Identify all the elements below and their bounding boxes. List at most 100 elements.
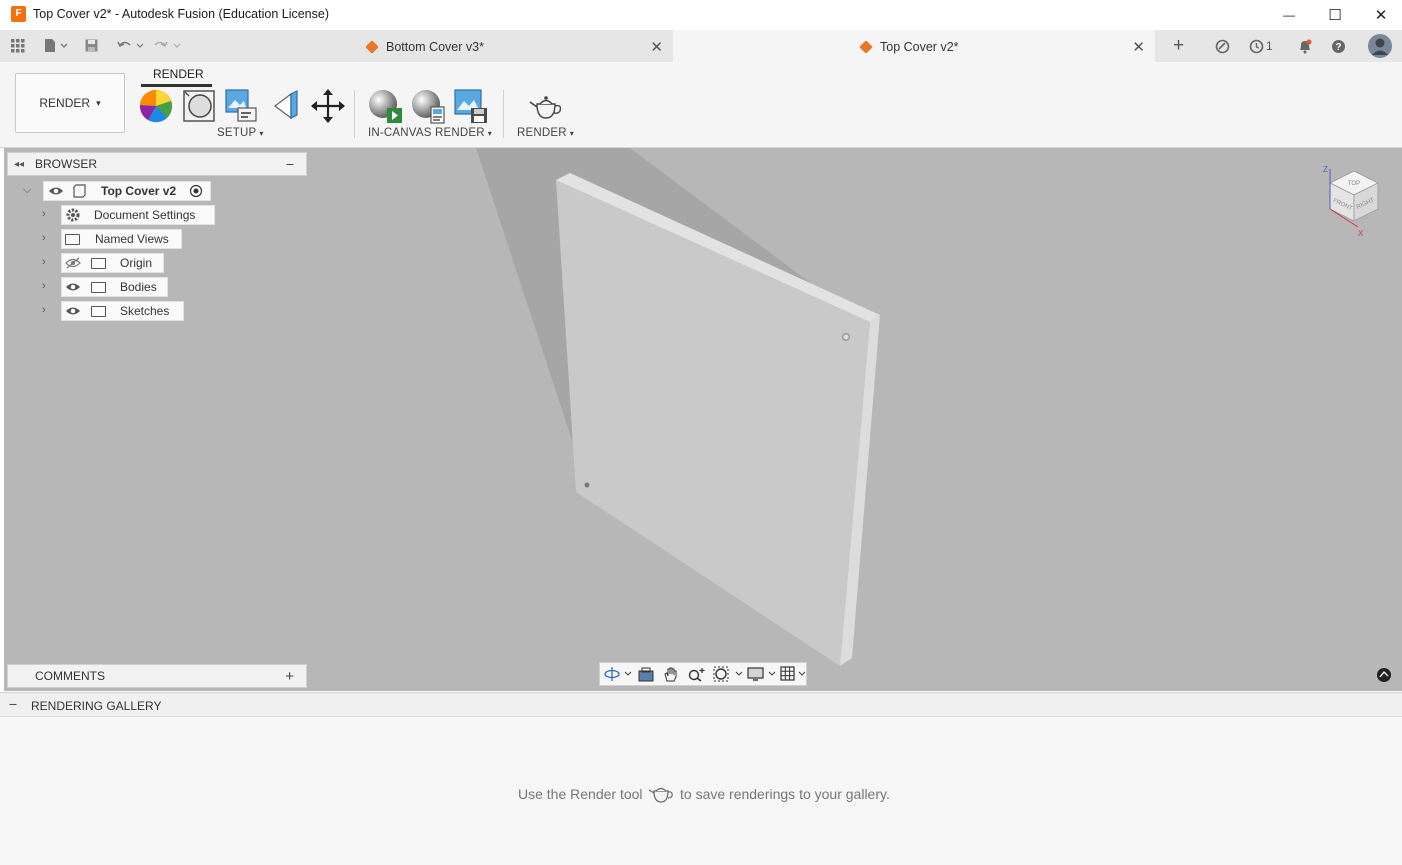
comments-panel-header[interactable]: COMMENTS + xyxy=(7,664,307,688)
viewcube-widget[interactable]: TOP FRONT RIGHT Z X xyxy=(1318,163,1388,247)
visibility-eye-icon[interactable] xyxy=(48,185,64,197)
extensions-icon[interactable] xyxy=(1215,39,1230,54)
display-settings-icon[interactable] xyxy=(747,666,777,682)
user-avatar[interactable] xyxy=(1367,33,1393,59)
tab-top-cover[interactable]: Top Cover v2* ✕ xyxy=(673,30,1155,62)
chevron-right-icon[interactable]: › xyxy=(42,280,46,292)
tree-item-document-settings[interactable]: Document Settings xyxy=(61,205,215,225)
component-icon xyxy=(73,184,86,198)
tab-label: Bottom Cover v3* xyxy=(386,40,484,54)
setup-group-label[interactable]: SETUP ▾ xyxy=(217,127,264,139)
in-canvas-render-icon[interactable] xyxy=(367,88,403,124)
gear-icon xyxy=(66,208,80,222)
zoom-icon[interactable] xyxy=(688,666,706,682)
chevron-down-icon: ▾ xyxy=(569,129,574,138)
visibility-hidden-icon[interactable] xyxy=(65,257,81,269)
tree-item-label: Bodies xyxy=(120,280,157,294)
navigation-settings-icon[interactable] xyxy=(1376,667,1392,683)
window-title: Top Cover v2* - Autodesk Fusion (Educati… xyxy=(33,7,329,21)
physical-material-icon[interactable] xyxy=(181,88,217,124)
texture-map-controls-icon[interactable] xyxy=(267,88,303,124)
save-icon[interactable] xyxy=(85,39,99,53)
close-tab-icon[interactable]: ✕ xyxy=(650,38,663,56)
render-label: RENDER xyxy=(517,127,567,139)
file-menu-icon[interactable] xyxy=(44,39,70,53)
app-grid-icon[interactable] xyxy=(11,39,25,53)
look-at-icon[interactable] xyxy=(638,666,654,682)
chevron-right-icon[interactable]: › xyxy=(42,304,46,316)
chevron-right-icon[interactable]: › xyxy=(42,232,46,244)
tab-bottom-cover[interactable]: Bottom Cover v3* ✕ xyxy=(356,30,673,62)
rendering-gallery-header[interactable]: − RENDERING GALLERY xyxy=(0,692,1402,717)
visibility-eye-icon[interactable] xyxy=(65,305,81,317)
browser-panel-header[interactable]: ◂◂ BROWSER − xyxy=(7,152,307,176)
chevron-right-icon[interactable]: › xyxy=(42,208,46,220)
tree-item-label: Document Settings xyxy=(94,208,196,222)
notifications-bell-icon[interactable] xyxy=(1298,39,1312,54)
tree-item-bodies[interactable]: Bodies xyxy=(61,277,168,297)
gallery-message-end: to save renderings to your gallery. xyxy=(680,786,890,802)
tab-render[interactable]: RENDER xyxy=(153,67,204,81)
job-status-icon[interactable] xyxy=(1249,39,1264,54)
navigation-bar xyxy=(599,662,807,686)
axis-z-label: Z xyxy=(1323,165,1328,174)
toolbar-divider xyxy=(354,90,355,138)
render-group-label[interactable]: RENDER ▾ xyxy=(517,127,574,139)
move-copy-icon[interactable] xyxy=(310,88,346,124)
component-cube-icon xyxy=(365,40,379,54)
capture-image-icon[interactable] xyxy=(453,88,489,124)
maximize-button[interactable]: ☐ xyxy=(1312,0,1358,30)
tree-root-top-cover[interactable]: Top Cover v2 xyxy=(43,181,211,201)
tab-label: Top Cover v2* xyxy=(880,40,959,54)
browser-title: BROWSER xyxy=(35,157,98,171)
comments-title: COMMENTS xyxy=(35,669,105,683)
appearance-color-wheel-icon[interactable] xyxy=(138,88,174,124)
render-teapot-icon xyxy=(648,787,673,803)
render-teapot-icon[interactable] xyxy=(528,88,564,124)
scene-settings-icon[interactable] xyxy=(224,88,260,124)
tree-item-named-views[interactable]: Named Views xyxy=(61,229,182,249)
minimize-browser-icon[interactable]: − xyxy=(286,156,294,172)
tree-item-label: Named Views xyxy=(95,232,169,246)
activate-component-icon[interactable] xyxy=(189,184,203,198)
workspace-switcher-button[interactable]: RENDER ▾ xyxy=(15,73,125,133)
document-tab-bar: Bottom Cover v3* ✕ Top Cover v2* ✕ + 1 ? xyxy=(0,30,1402,62)
job-count: 1 xyxy=(1266,39,1273,53)
folder-icon xyxy=(91,281,106,293)
orbit-icon[interactable] xyxy=(604,666,632,682)
fit-window-icon[interactable] xyxy=(713,666,743,682)
tree-item-origin[interactable]: Origin xyxy=(61,253,164,273)
folder-icon xyxy=(91,305,106,317)
3d-canvas[interactable]: TOP FRONT RIGHT Z X xyxy=(4,148,1402,691)
redo-icon[interactable] xyxy=(154,39,182,53)
folder-icon xyxy=(65,233,80,245)
close-window-button[interactable]: ✕ xyxy=(1358,0,1402,30)
visibility-eye-icon[interactable] xyxy=(65,281,81,293)
axis-x-label: X xyxy=(1358,229,1364,238)
in-canvas-render-group-label[interactable]: IN-CANVAS RENDER ▾ xyxy=(368,127,492,139)
grid-snaps-icon[interactable] xyxy=(780,666,808,682)
undo-icon[interactable] xyxy=(117,39,145,53)
close-tab-icon[interactable]: ✕ xyxy=(1132,38,1145,56)
chevron-right-icon[interactable]: › xyxy=(42,256,46,268)
toolbar-divider xyxy=(503,90,504,138)
folder-icon xyxy=(91,257,106,269)
rendering-gallery-body: Use the Render tool to save renderings t… xyxy=(0,717,1402,865)
component-cube-icon xyxy=(859,40,873,54)
collapse-gallery-icon[interactable]: − xyxy=(9,696,17,712)
tree-item-sketches[interactable]: Sketches xyxy=(61,301,184,321)
chevron-down-icon[interactable]: ⌵ xyxy=(23,184,31,197)
new-tab-button[interactable]: + xyxy=(1173,35,1184,57)
setup-label: SETUP xyxy=(217,127,257,139)
minimize-button[interactable]: — xyxy=(1266,0,1312,30)
tree-item-label: Sketches xyxy=(120,304,170,318)
help-icon[interactable]: ? xyxy=(1331,39,1346,54)
svg-text:?: ? xyxy=(1335,42,1341,53)
pan-hand-icon[interactable] xyxy=(663,666,679,682)
fusion-logo-icon: F xyxy=(11,6,26,22)
in-canvas-render-settings-icon[interactable] xyxy=(410,88,446,124)
collapse-panel-icon[interactable]: ◂◂ xyxy=(14,159,24,170)
workspace-label: RENDER xyxy=(39,96,91,110)
tree-root-label: Top Cover v2 xyxy=(101,184,177,198)
add-comment-button[interactable]: + xyxy=(285,668,294,685)
